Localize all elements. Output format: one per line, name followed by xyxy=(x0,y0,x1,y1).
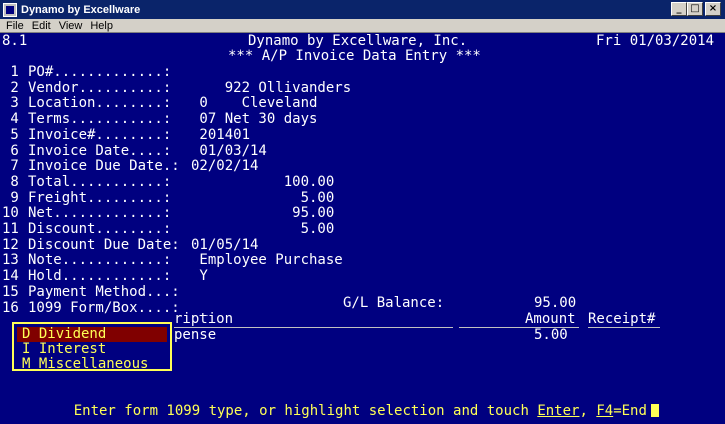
menu-view[interactable]: View xyxy=(59,20,83,32)
field-number: 7 xyxy=(2,158,19,175)
status-separator: , xyxy=(579,403,597,419)
field-number: 13 xyxy=(2,252,19,269)
window-titlebar[interactable]: Dynamo by Excellware _ □ × xyxy=(0,0,725,19)
field-row[interactable]: 7 Invoice Due Date.: 02/02/14 xyxy=(2,159,723,174)
field-number: 4 xyxy=(2,111,19,128)
field-label: Note............: xyxy=(28,252,172,269)
popup-option-dividend[interactable]: D Dividend xyxy=(17,327,167,342)
form-1099-type-popup[interactable]: D Dividend I Interest M Miscellaneous xyxy=(12,322,172,372)
screen-subtitle: *** A/P Invoice Data Entry *** xyxy=(228,48,481,64)
subtitle-row: *** A/P Invoice Data Entry *** xyxy=(2,49,723,64)
field-number: 3 xyxy=(2,95,19,112)
field-value[interactable]: 201401 xyxy=(191,127,250,143)
header-row: 8.1 Dynamo by Excellware, Inc. Fri 01/03… xyxy=(2,34,723,49)
field-row[interactable]: 12 Discount Due Date: 01/05/14 xyxy=(2,236,723,253)
field-label: Freight.........: xyxy=(28,189,172,206)
app-icon xyxy=(3,2,17,17)
col-amount-header: Amount xyxy=(525,311,576,327)
status-suffix: =End xyxy=(613,403,647,419)
field-value[interactable]: Employee Purchase xyxy=(191,253,342,268)
field-label: Discount Due Date: xyxy=(28,236,180,253)
text-cursor xyxy=(650,404,659,417)
field-value[interactable]: 0 Cleveland xyxy=(191,96,317,111)
field-value[interactable]: 07 Net 30 days xyxy=(191,112,317,127)
field-value[interactable]: 02/02/14 xyxy=(191,159,258,174)
field-value[interactable]: 01/03/14 xyxy=(191,143,266,159)
field-number: 12 xyxy=(2,236,19,253)
field-value[interactable]: 01/05/14 xyxy=(191,237,258,253)
field-label: Hold............: xyxy=(28,268,172,285)
detail-row-description: pense xyxy=(174,327,217,343)
window-title: Dynamo by Excellware xyxy=(21,3,141,16)
field-row[interactable]: 6 Invoice Date....: 01/03/14 xyxy=(2,142,723,159)
field-label: Vendor..........: xyxy=(28,79,172,96)
field-value[interactable]: 95.00 xyxy=(191,206,334,221)
field-label: Invoice#........: xyxy=(28,126,172,143)
col-receipt-header: Receipt# xyxy=(588,311,656,327)
field-row[interactable]: 14 Hold............: Y xyxy=(2,269,723,284)
status-prefix: Enter form 1099 type, or highlight selec… xyxy=(73,403,538,419)
field-label: Location........: xyxy=(28,95,172,112)
popup-option-miscellaneous[interactable]: M Miscellaneous xyxy=(17,357,167,372)
field-row[interactable]: 9 Freight.........: 5.00 xyxy=(2,189,723,206)
window-controls: _ □ × xyxy=(671,2,721,16)
date-label: Fri 01/03/2014 xyxy=(596,33,715,49)
field-number: 2 xyxy=(2,79,19,96)
field-number: 10 xyxy=(2,205,19,222)
gl-balance-label: G/L Balance: xyxy=(343,295,445,311)
field-value[interactable]: 5.00 xyxy=(191,222,335,237)
field-label: Discount........: xyxy=(28,221,172,237)
close-button[interactable]: × xyxy=(705,2,721,16)
field-label: Invoice Due Date.: xyxy=(28,158,180,175)
field-number: 5 xyxy=(2,126,19,143)
menu-help[interactable]: Help xyxy=(90,20,113,32)
field-value[interactable]: 100.00 xyxy=(191,174,335,190)
field-label: Net.............: xyxy=(28,205,172,222)
terminal-screen[interactable]: 8.1 Dynamo by Excellware, Inc. Fri 01/03… xyxy=(2,33,723,422)
field-row[interactable]: 11 Discount........: 5.00 xyxy=(2,222,723,237)
field-row[interactable]: 13 Note............: Employee Purchase xyxy=(2,253,723,268)
menu-edit[interactable]: Edit xyxy=(32,20,51,32)
status-enter-key[interactable]: Enter xyxy=(537,403,579,419)
field-label: Invoice Date....: xyxy=(28,142,172,159)
field-number: 9 xyxy=(2,189,19,206)
version-label: 8.1 xyxy=(2,33,28,49)
field-label: PO#.............: xyxy=(28,64,172,80)
field-row[interactable]: 2 Vendor..........: 922 Ollivanders xyxy=(2,79,723,96)
field-number: 11 xyxy=(2,221,19,237)
field-row[interactable]: 10 Net.............: 95.00 xyxy=(2,206,723,221)
field-number: 8 xyxy=(2,173,19,190)
detail-row-amount: 5.00 xyxy=(534,327,568,343)
field-value[interactable]: 922 Ollivanders xyxy=(191,80,351,96)
status-line: Enter form 1099 type, or highlight selec… xyxy=(40,389,659,419)
field-row[interactable]: 1 PO#.............: xyxy=(2,65,723,80)
minimize-button[interactable]: _ xyxy=(671,2,687,16)
field-value[interactable]: 5.00 xyxy=(191,190,335,206)
field-number: 1 xyxy=(2,64,19,80)
field-label: Terms...........: xyxy=(28,111,172,128)
gl-balance-value: 95.00 xyxy=(534,295,577,311)
maximize-button[interactable]: □ xyxy=(687,2,703,16)
status-f4-key[interactable]: F4 xyxy=(596,403,613,419)
company-title: Dynamo by Excellware, Inc. xyxy=(248,33,468,49)
field-row[interactable]: 3 Location........: 0 Cleveland xyxy=(2,96,723,111)
field-value[interactable]: Y xyxy=(191,269,207,284)
menu-file[interactable]: File xyxy=(6,20,24,32)
field-row[interactable]: 5 Invoice#........: 201401 xyxy=(2,126,723,143)
field-number: 14 xyxy=(2,268,19,285)
menubar: File Edit View Help xyxy=(0,19,725,33)
field-number: 6 xyxy=(2,142,19,159)
field-row[interactable]: 4 Terms...........: 07 Net 30 days xyxy=(2,112,723,127)
field-row[interactable]: 8 Total...........: 100.00 xyxy=(2,173,723,190)
popup-option-interest[interactable]: I Interest xyxy=(17,342,167,357)
field-label: Total...........: xyxy=(28,173,172,190)
gl-balance-row: G/L Balance: 95.00 xyxy=(2,296,723,311)
col-description-header: ription xyxy=(174,311,234,327)
